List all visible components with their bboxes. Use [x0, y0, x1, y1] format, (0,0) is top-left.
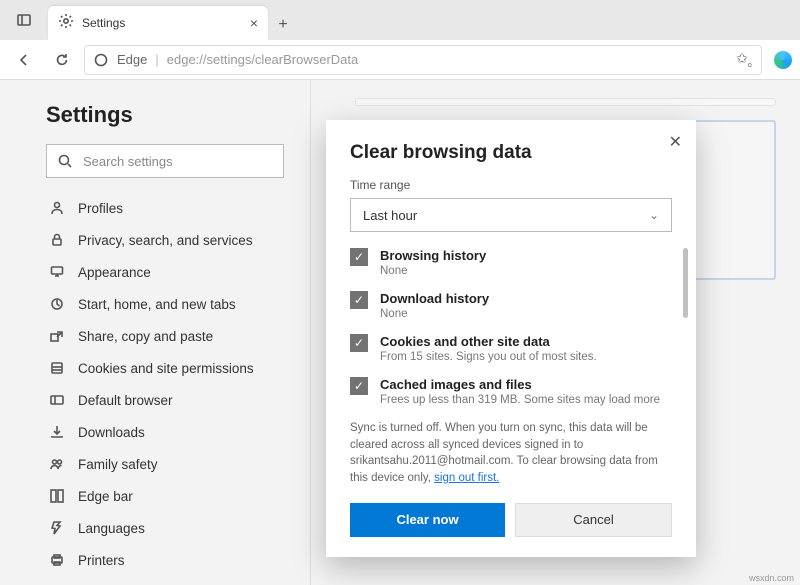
chevron-down-icon: ⌄: [649, 208, 659, 222]
option-name: Browsing history: [380, 248, 486, 263]
sidebar-item-label: Languages: [78, 521, 145, 536]
sidebar-item-languages[interactable]: Languages: [46, 512, 284, 544]
sidebar-item-profiles[interactable]: Profiles: [46, 192, 284, 224]
option-name: Cookies and other site data: [380, 334, 597, 349]
time-range-select[interactable]: Last hour ⌄: [350, 198, 672, 232]
settings-sidebar: Settings Search settings Profiles Privacy…: [0, 80, 310, 585]
url-host: Edge: [117, 52, 147, 67]
address-bar[interactable]: Edge | edge://settings/clearBrowserData …: [84, 45, 762, 75]
panels-icon: [16, 12, 32, 28]
cancel-button[interactable]: Cancel: [515, 503, 672, 537]
close-dialog-button[interactable]: ✕: [669, 132, 682, 152]
nav-icon: [48, 456, 66, 472]
sidebar-item-system-and-performance[interactable]: System and performance: [46, 576, 284, 585]
refresh-button[interactable]: [46, 44, 78, 76]
sidebar-item-label: Default browser: [78, 393, 173, 408]
sidebar-item-default-browser[interactable]: Default browser: [46, 384, 284, 416]
clear-option-3: ✓ Cached images and files Frees up less th…: [350, 377, 672, 406]
sidebar-item-printers[interactable]: Printers: [46, 544, 284, 576]
sidebar-item-share-copy-and-paste[interactable]: Share, copy and paste: [46, 320, 284, 352]
clear-option-0: ✓ Browsing history None: [350, 248, 672, 277]
checkbox[interactable]: ✓: [350, 291, 368, 309]
nav-icon: [48, 424, 66, 440]
time-range-label: Time range: [350, 178, 672, 192]
option-name: Download history: [380, 291, 489, 306]
checkbox[interactable]: ✓: [350, 334, 368, 352]
sidebar-item-label: Privacy, search, and services: [78, 233, 253, 248]
sidebar-item-start-home-and-new-tabs[interactable]: Start, home, and new tabs: [46, 288, 284, 320]
watermark: wsxdn.com: [749, 573, 794, 583]
sidebar-item-privacy-search-and-services[interactable]: Privacy, search, and services: [46, 224, 284, 256]
nav-icon: [48, 488, 66, 504]
nav-icon: [48, 552, 66, 568]
sidebar-item-label: Start, home, and new tabs: [78, 297, 236, 312]
checkbox[interactable]: ✓: [350, 377, 368, 395]
refresh-icon: [54, 52, 70, 68]
clear-option-1: ✓ Download history None: [350, 291, 672, 320]
profile-button[interactable]: [774, 51, 792, 69]
sidebar-item-label: Share, copy and paste: [78, 329, 213, 344]
options-scrollbar[interactable]: [683, 248, 688, 318]
option-sub: None: [380, 308, 489, 320]
nav-icon: [48, 264, 66, 280]
checkbox[interactable]: ✓: [350, 248, 368, 266]
sync-note: Sync is turned off. When you turn on syn…: [350, 420, 672, 487]
sign-out-link[interactable]: sign out first.: [434, 472, 499, 484]
nav-icon: [48, 200, 66, 216]
edge-icon: [93, 52, 109, 68]
sidebar-item-family-safety[interactable]: Family safety: [46, 448, 284, 480]
nav-icon: [48, 360, 66, 376]
tab-actions-button[interactable]: [8, 4, 40, 36]
sidebar-item-cookies-and-site-permissions[interactable]: Cookies and site permissions: [46, 352, 284, 384]
close-tab-icon[interactable]: ×: [250, 15, 258, 31]
option-sub: From 15 sites. Signs you out of most sit…: [380, 351, 597, 363]
search-input[interactable]: Search settings: [46, 144, 284, 178]
time-range-value: Last hour: [363, 208, 417, 223]
favorite-button[interactable]: ✩o: [735, 50, 753, 69]
option-sub: None: [380, 265, 486, 277]
option-sub: Frees up less than 319 MB. Some sites ma…: [380, 394, 660, 406]
search-icon: [57, 153, 73, 169]
dialog-title: Clear browsing data: [350, 142, 672, 164]
sidebar-item-label: Downloads: [78, 425, 145, 440]
browser-tab[interactable]: Settings ×: [48, 6, 268, 40]
nav-icon: [48, 392, 66, 408]
sidebar-item-label: Printers: [78, 553, 125, 568]
page-title: Settings: [46, 102, 284, 128]
clear-now-button[interactable]: Clear now: [350, 503, 505, 537]
url-path: edge://settings/clearBrowserData: [167, 52, 358, 67]
clear-browsing-data-dialog: ✕ Clear browsing data Time range Last ho…: [326, 120, 696, 557]
search-placeholder: Search settings: [83, 154, 173, 169]
option-name: Cached images and files: [380, 377, 660, 392]
sidebar-item-label: Cookies and site permissions: [78, 361, 254, 376]
sidebar-item-appearance[interactable]: Appearance: [46, 256, 284, 288]
sidebar-item-downloads[interactable]: Downloads: [46, 416, 284, 448]
new-tab-button[interactable]: +: [268, 10, 298, 40]
nav-icon: [48, 520, 66, 536]
clear-option-2: ✓ Cookies and other site data From 15 site…: [350, 334, 672, 363]
sidebar-item-label: Edge bar: [78, 489, 133, 504]
sidebar-item-label: Profiles: [78, 201, 123, 216]
sidebar-item-label: Appearance: [78, 265, 151, 280]
sidebar-item-edge-bar[interactable]: Edge bar: [46, 480, 284, 512]
nav-icon: [48, 232, 66, 248]
nav-icon: [48, 296, 66, 312]
gear-icon: [58, 13, 74, 34]
arrow-left-icon: [16, 52, 32, 68]
nav-icon: [48, 328, 66, 344]
tab-title: Settings: [82, 16, 242, 30]
back-button[interactable]: [8, 44, 40, 76]
sidebar-item-label: Family safety: [78, 457, 158, 472]
